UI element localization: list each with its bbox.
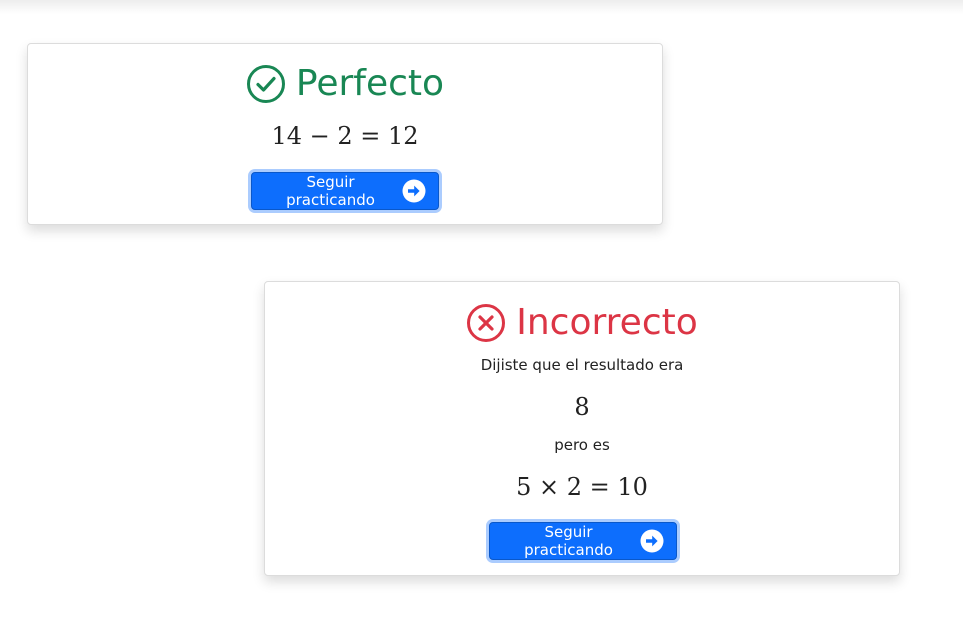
said-result-text: Dijiste que el resultado era [480, 356, 684, 374]
result-title: Incorrecto [516, 302, 698, 343]
result-heading-incorrect: Incorrecto [265, 303, 899, 343]
arrow-right-circle-icon [640, 529, 664, 553]
button-label: Seguir practicando [524, 523, 613, 559]
check-circle-icon [246, 64, 286, 104]
result-heading-correct: Perfecto [28, 64, 662, 104]
button-label: Seguir practicando [286, 173, 375, 209]
result-title: Perfecto [295, 63, 445, 104]
x-circle-icon [466, 303, 506, 343]
continue-practicing-button[interactable]: Seguir practicando [251, 172, 439, 210]
top-navbar-shadow [0, 0, 963, 14]
but-is-text: pero es [554, 436, 610, 454]
continue-practicing-button[interactable]: Seguir practicando [489, 522, 677, 560]
result-card-correct: Perfecto 14 − 2 = 12 Seguir practicando [27, 43, 663, 225]
arrow-right-circle-icon [402, 179, 426, 203]
result-card-incorrect: Incorrecto Dijiste que el resultado era … [264, 281, 900, 576]
user-answer: 8 [574, 393, 590, 421]
equation: 14 − 2 = 12 [271, 122, 419, 150]
correct-equation: 5 × 2 = 10 [516, 473, 648, 501]
